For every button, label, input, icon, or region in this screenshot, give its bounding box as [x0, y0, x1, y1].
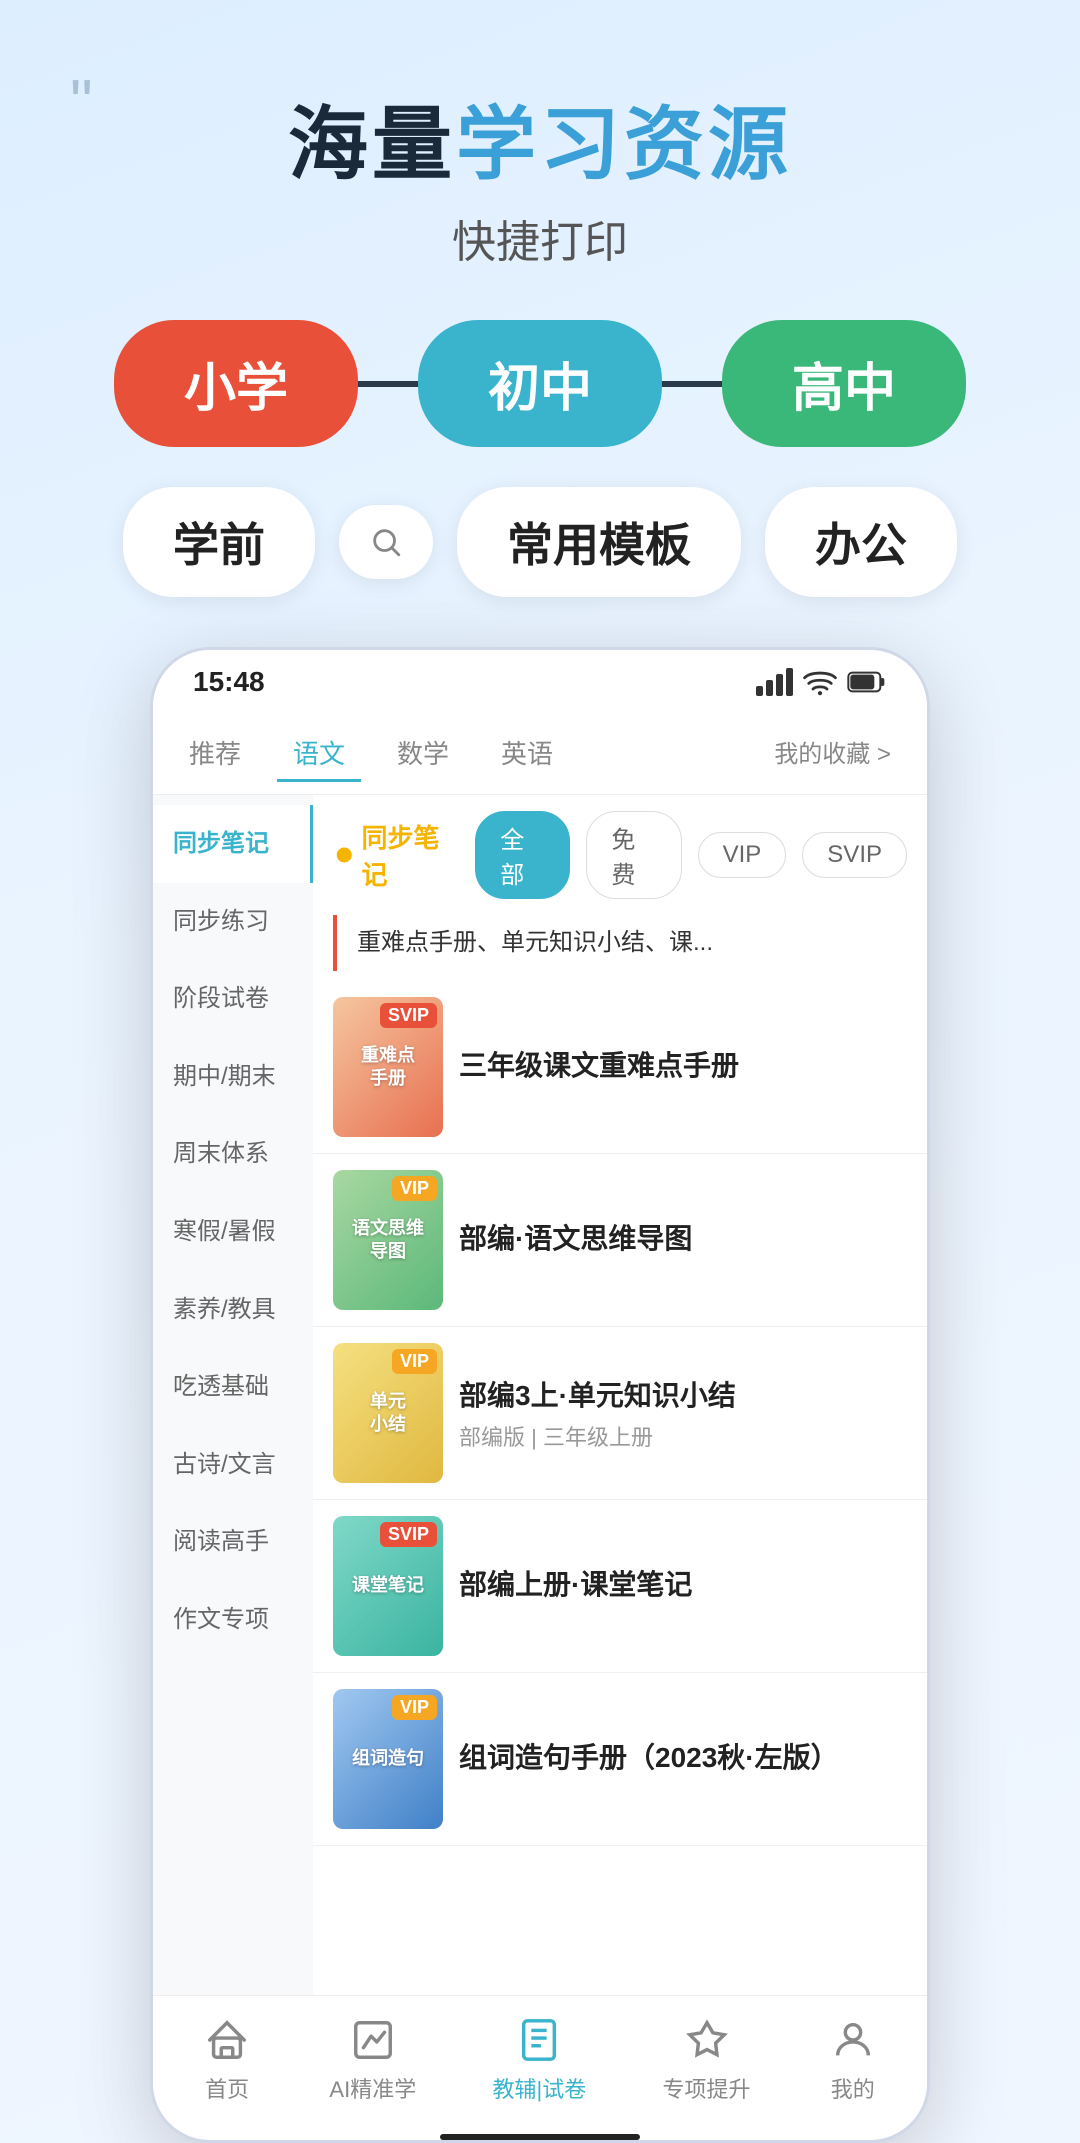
- filter-pill-free[interactable]: 免费: [586, 811, 681, 899]
- resource-title-5: 组词造句手册（2023秋·左版）: [459, 1736, 907, 1776]
- resource-title-1: 三年级课文重难点手册: [459, 1044, 907, 1084]
- badge-vip-2: VIP: [392, 1176, 437, 1201]
- sidebar-item-poetry[interactable]: 古诗/文言: [153, 1426, 313, 1504]
- resource-thumb-1: SVIP 重难点手册: [333, 997, 443, 1137]
- sidebar-item-basics[interactable]: 吃透基础: [153, 1348, 313, 1426]
- resource-sub-3: 部编版 | 三年级上册: [459, 1420, 907, 1452]
- badge-svip-4: SVIP: [380, 1522, 437, 1547]
- resource-info-2: 部编·语文思维导图: [459, 1217, 907, 1263]
- badge-vip-3: VIP: [392, 1349, 437, 1374]
- star-icon: [681, 2014, 733, 2066]
- tab-collect[interactable]: 我的收藏 >: [758, 726, 907, 782]
- tab-recommend[interactable]: 推荐: [173, 726, 257, 782]
- chart-icon: [347, 2014, 399, 2066]
- category-tabs: 学前 常用模板 办公: [60, 487, 1020, 597]
- wifi-icon: [803, 668, 837, 696]
- sidebar-item-mid-final[interactable]: 期中/期末: [153, 1038, 313, 1116]
- resource-card-1[interactable]: SVIP 重难点手册 三年级课文重难点手册: [313, 981, 927, 1154]
- title-part2: 学习资源: [456, 100, 792, 189]
- status-icons: [756, 668, 887, 696]
- level-buttons: 小学 初中 高中: [60, 320, 1020, 447]
- level-btn-primary[interactable]: 小学: [114, 320, 358, 447]
- sidebar-item-reading[interactable]: 阅读高手: [153, 1503, 313, 1581]
- home-indicator: [440, 2134, 640, 2140]
- resource-thumb-2: VIP 语文思维导图: [333, 1170, 443, 1310]
- quote-icon: ": [70, 70, 93, 134]
- tab-math[interactable]: 数学: [381, 726, 465, 782]
- filter-pill-vip[interactable]: VIP: [698, 832, 787, 878]
- sidebar-item-essay[interactable]: 作文专项: [153, 1581, 313, 1659]
- resource-thumb-3: VIP 单元小结: [333, 1343, 443, 1483]
- resource-card-2[interactable]: VIP 语文思维导图 部编·语文思维导图: [313, 1154, 927, 1327]
- tab-english[interactable]: 英语: [485, 726, 569, 782]
- top-section: " 海量学习资源 快捷打印 小学 初中 高中 学前 常用模板 办公: [0, 0, 1080, 647]
- filter-label: 同步笔记: [333, 818, 459, 892]
- main-title: 海量学习资源: [60, 80, 1020, 196]
- sidebar-item-weekend[interactable]: 周末体系: [153, 1115, 313, 1193]
- time-display: 15:48: [193, 666, 265, 698]
- resource-title-2: 部编·语文思维导图: [459, 1217, 907, 1257]
- home-icon: [201, 2014, 253, 2066]
- book-icon: [513, 2014, 565, 2066]
- resource-info-3: 部编3上·单元知识小结 部编版 | 三年级上册: [459, 1374, 907, 1452]
- filter-bar: 同步笔记 全部 免费 VIP SVIP: [313, 795, 927, 915]
- nav-item-ai[interactable]: AI精准学: [329, 2014, 416, 2104]
- sidebar-item-sync-notes[interactable]: 同步笔记: [153, 805, 313, 883]
- nav-item-mine[interactable]: 我的: [827, 2014, 879, 2104]
- resource-info-4: 部编上册·课堂笔记: [459, 1563, 907, 1609]
- signal-icon: [756, 668, 793, 696]
- cat-tab-preschool[interactable]: 学前: [123, 487, 315, 597]
- person-icon: [827, 2014, 879, 2066]
- sidebar-item-sync-exercise[interactable]: 同步练习: [153, 883, 313, 961]
- level-btn-high[interactable]: 高中: [722, 320, 966, 447]
- sidebar-item-quality[interactable]: 素养/教具: [153, 1271, 313, 1349]
- nav-item-home[interactable]: 首页: [201, 2014, 253, 2104]
- nav-label-mine: 我的: [831, 2072, 875, 2104]
- filter-pill-all[interactable]: 全部: [475, 811, 570, 899]
- resource-thumb-5: VIP 组词造句: [333, 1689, 443, 1829]
- cat-search[interactable]: [339, 505, 433, 579]
- content-header: 重难点手册、单元知识小结、课...: [333, 915, 907, 971]
- sidebar-item-holiday[interactable]: 寒假/暑假: [153, 1193, 313, 1271]
- nav-label-home: 首页: [205, 2072, 249, 2104]
- nav-label-ai: AI精准学: [329, 2072, 416, 2104]
- resource-title-4: 部编上册·课堂笔记: [459, 1563, 907, 1603]
- left-sidebar: 同步笔记 同步练习 阶段试卷 期中/期末 周末体系 寒假/暑假 素养/教具 吃透…: [153, 795, 313, 1995]
- resource-info-1: 三年级课文重难点手册: [459, 1044, 907, 1090]
- resource-card-5[interactable]: VIP 组词造句 组词造句手册（2023秋·左版）: [313, 1673, 927, 1846]
- resource-thumb-4: SVIP 课堂笔记: [333, 1516, 443, 1656]
- tab-chinese[interactable]: 语文: [277, 726, 361, 782]
- sub-title: 快捷打印: [60, 206, 1020, 270]
- phone-nav-tabs: 推荐 语文 数学 英语 我的收藏 >: [153, 714, 927, 795]
- badge-vip-5: VIP: [392, 1695, 437, 1720]
- bottom-nav: 首页 AI精准学 教辅|试卷: [153, 1995, 927, 2128]
- cat-tab-templates[interactable]: 常用模板: [457, 487, 741, 597]
- resource-info-5: 组词造句手册（2023秋·左版）: [459, 1736, 907, 1782]
- battery-icon: [847, 670, 887, 694]
- status-bar: 15:48: [153, 650, 927, 714]
- cat-tab-office[interactable]: 办公: [765, 487, 957, 597]
- filter-pill-svip[interactable]: SVIP: [802, 832, 907, 878]
- nav-item-special[interactable]: 专项提升: [663, 2014, 751, 2104]
- phone-frame: 15:48 推荐 语文 数: [150, 647, 930, 2143]
- resource-title-3: 部编3上·单元知识小结: [459, 1374, 907, 1414]
- resource-card-4[interactable]: SVIP 课堂笔记 部编上册·课堂笔记: [313, 1500, 927, 1673]
- nav-label-special: 专项提升: [663, 2072, 751, 2104]
- resource-card-3[interactable]: VIP 单元小结 部编3上·单元知识小结 部编版 | 三年级上册: [313, 1327, 927, 1500]
- title-part1: 海量: [288, 100, 456, 189]
- nav-label-textbook: 教辅|试卷: [493, 2072, 587, 2104]
- phone-content: 同步笔记 同步练习 阶段试卷 期中/期末 周末体系 寒假/暑假 素养/教具 吃透…: [153, 795, 927, 1995]
- dot-icon: [333, 843, 356, 867]
- search-icon: [369, 525, 403, 559]
- badge-svip-1: SVIP: [380, 1003, 437, 1028]
- sidebar-item-stage-exam[interactable]: 阶段试卷: [153, 960, 313, 1038]
- main-content-area: 同步笔记 全部 免费 VIP SVIP 重难点手册、单元知识小结、课... SV…: [313, 795, 927, 1995]
- level-btn-middle[interactable]: 初中: [418, 320, 662, 447]
- nav-item-textbook[interactable]: 教辅|试卷: [493, 2014, 587, 2104]
